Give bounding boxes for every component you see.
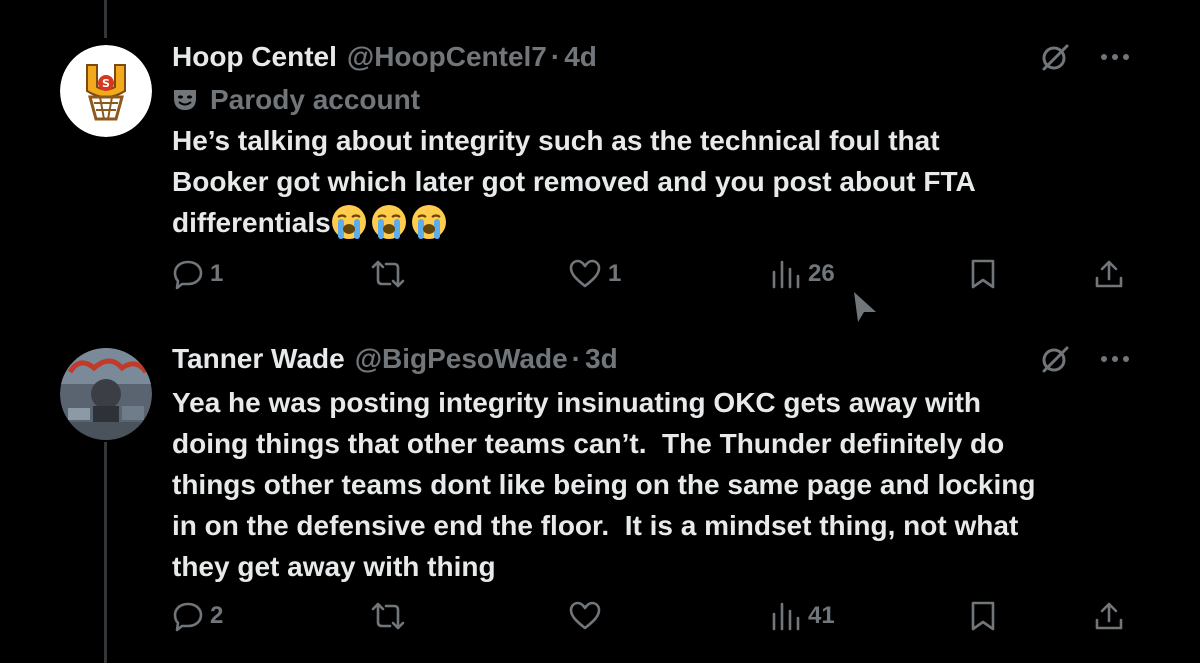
reply-button[interactable]: 1 (172, 258, 223, 290)
separator: · (571, 343, 581, 374)
views-button[interactable]: 41 (770, 600, 835, 632)
theater-masks-icon (174, 90, 196, 110)
reply-icon (173, 260, 203, 290)
timestamp[interactable]: 4d (564, 40, 597, 74)
bookmark-icon (971, 601, 995, 631)
heart-icon (569, 259, 601, 288)
analytics-icon (772, 602, 800, 631)
tweet-actions: 1 1 26 (172, 258, 1132, 302)
repost-icon (371, 260, 405, 288)
tweet-header: Hoop Centel @HoopCentel7 · 4d (172, 40, 1132, 80)
user-handle[interactable]: @BigPesoWade (355, 342, 568, 376)
share-button[interactable] (1094, 258, 1124, 290)
parody-label-text: Parody account (210, 84, 421, 115)
share-icon (1095, 260, 1123, 288)
heart-icon (569, 601, 601, 630)
repost-button[interactable] (370, 600, 412, 632)
bookmark-button[interactable] (970, 600, 996, 632)
tweet-content: Tanner Wade @BigPesoWade · 3d Yea he was… (172, 342, 1132, 587)
user-handle[interactable]: @HoopCentel7 (347, 40, 547, 74)
tweet-actions: 2 41 (172, 600, 1132, 644)
hoop-centel-logo-icon: S (60, 45, 152, 137)
views-button[interactable]: 26 (770, 258, 835, 290)
tweet-content: Hoop Centel @HoopCentel7 · 4d Parody acc… (172, 40, 1132, 243)
tweet[interactable]: Tanner Wade @BigPesoWade · 3d Yea he was… (0, 320, 1200, 663)
parody-label: Parody account (172, 80, 1132, 120)
reply-count: 2 (210, 602, 224, 629)
analytics-icon (772, 260, 800, 289)
share-button[interactable] (1094, 600, 1124, 632)
tweet[interactable]: S Hoop Centel @HoopCentel7 · 4d Parody a… (0, 0, 1200, 320)
loudly-crying-face-emoji (371, 205, 406, 239)
like-button[interactable] (568, 600, 608, 632)
avatar[interactable]: S (60, 45, 152, 137)
share-icon (1095, 602, 1123, 630)
tweet-header: Tanner Wade @BigPesoWade · 3d (172, 342, 1132, 382)
bookmark-button[interactable] (970, 258, 996, 290)
like-count: 1 (608, 260, 622, 287)
display-name[interactable]: Hoop Centel (172, 40, 337, 74)
separator: · (550, 41, 561, 72)
reply-count: 1 (210, 260, 224, 287)
tweet-text: Yea he was posting integrity insinuating… (172, 387, 1036, 582)
bookmark-icon (971, 259, 995, 289)
tweet-text: He’s talking about integrity such as the… (172, 120, 1132, 243)
view-count: 26 (808, 260, 835, 287)
avatar[interactable] (60, 348, 152, 440)
loudly-crying-face-emoji (331, 205, 366, 239)
reply-button[interactable]: 2 (172, 600, 223, 632)
svg-text:S: S (102, 77, 110, 90)
repost-button[interactable] (370, 258, 412, 290)
tanner-wade-avatar-icon (60, 348, 152, 440)
loudly-crying-face-emoji (411, 205, 446, 239)
view-count: 41 (808, 602, 835, 629)
like-button[interactable]: 1 (568, 258, 621, 290)
reply-icon (173, 602, 203, 632)
timestamp[interactable]: 3d (585, 342, 618, 376)
repost-icon (371, 602, 405, 630)
display-name[interactable]: Tanner Wade (172, 342, 345, 376)
tweet-text-body: He’s talking about integrity such as the… (172, 125, 976, 238)
emoji-group (331, 204, 447, 240)
